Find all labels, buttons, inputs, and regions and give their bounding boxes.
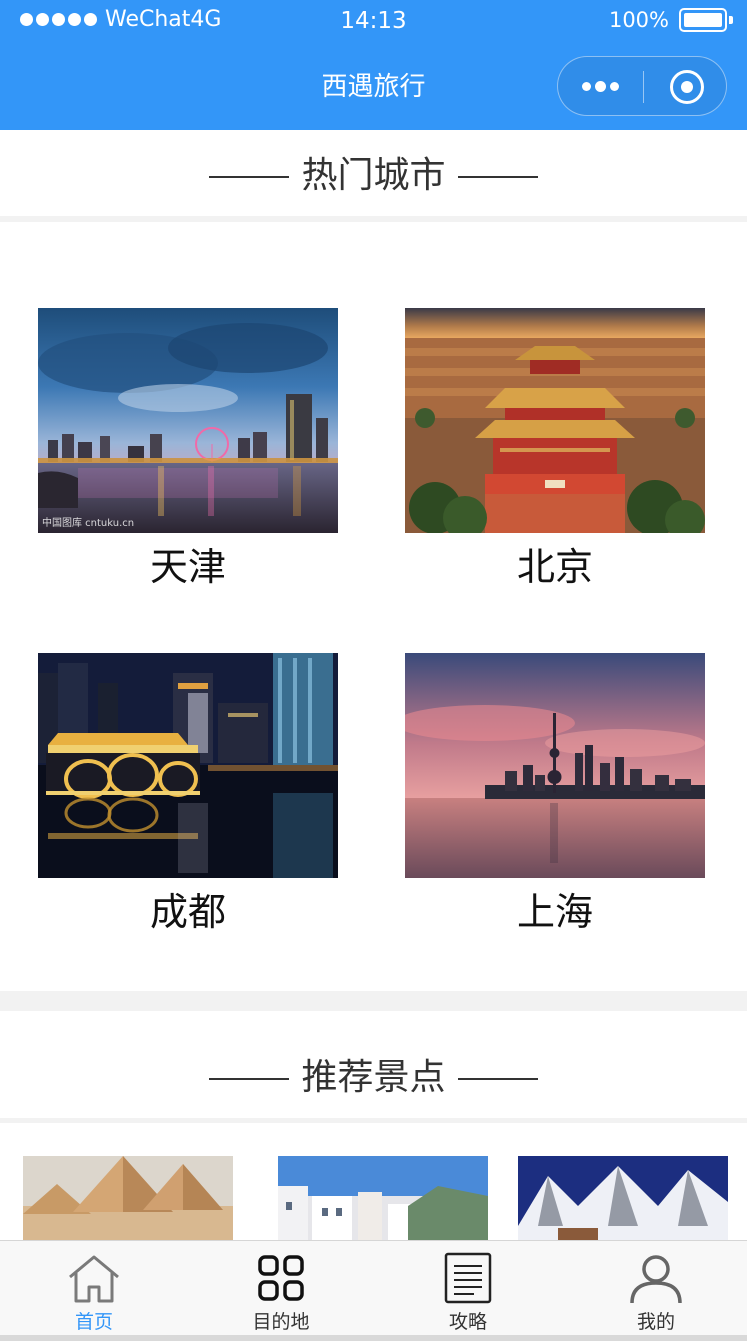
grid-icon <box>251 1251 311 1306</box>
city-image <box>38 653 338 878</box>
hot-cities-header: 热门城市 <box>0 146 747 198</box>
city-image: 中国图库 cntuku.cn <box>38 308 338 533</box>
recommend-header: 推荐景点 <box>0 1048 747 1100</box>
tab-bar: 首页 目的地 攻略 我的 <box>0 1240 747 1336</box>
tab-home[interactable]: 首页 <box>34 1241 154 1336</box>
battery-status: 100% <box>609 8 733 32</box>
tab-label: 我的 <box>636 1311 675 1333</box>
city-name: 北京 <box>516 545 593 589</box>
city-name: 上海 <box>516 890 593 934</box>
nav-header: WeChat4G 14:13 100% 西遇旅行 <box>0 0 747 130</box>
city-card-shanghai[interactable]: 上海 <box>405 653 705 934</box>
status-bar: WeChat4G 14:13 100% <box>0 0 747 44</box>
hot-cities-title: 热门城市 <box>301 155 446 196</box>
divider <box>0 1118 747 1123</box>
divider <box>0 216 747 222</box>
user-icon <box>626 1251 686 1306</box>
city-card-beijing[interactable]: 北京 <box>405 308 705 589</box>
city-name: 天津 <box>149 545 226 589</box>
recommend-title: 推荐景点 <box>301 1057 446 1098</box>
miniprogram-capsule <box>557 56 727 116</box>
city-card-tianjin[interactable]: 中国图库 cntuku.cn 天津 <box>38 308 338 589</box>
city-card-chengdu[interactable]: 成都 <box>38 653 338 934</box>
city-image <box>405 653 705 878</box>
recommend-item-pyramids[interactable] <box>23 1156 233 1240</box>
tab-label: 攻略 <box>448 1311 487 1333</box>
tab-label: 目的地 <box>252 1311 310 1333</box>
bottom-edge <box>0 1335 747 1341</box>
more-icon[interactable] <box>558 57 643 115</box>
image-watermark: 中国图库 cntuku.cn <box>42 518 135 529</box>
battery-label: 100% <box>608 8 669 32</box>
tab-guide[interactable]: 攻略 <box>408 1241 528 1336</box>
city-image <box>405 308 705 533</box>
close-icon[interactable] <box>670 70 704 104</box>
tab-destination[interactable]: 目的地 <box>221 1241 341 1336</box>
home-icon <box>64 1251 124 1306</box>
tab-label: 首页 <box>74 1311 113 1333</box>
tab-mine[interactable]: 我的 <box>596 1241 716 1336</box>
recommend-item-snow-mountain[interactable] <box>518 1156 728 1240</box>
battery-icon <box>679 8 727 32</box>
city-name: 成都 <box>149 890 226 934</box>
document-icon <box>438 1251 498 1306</box>
section-divider <box>0 991 747 1011</box>
recommend-item-town[interactable] <box>278 1156 488 1240</box>
